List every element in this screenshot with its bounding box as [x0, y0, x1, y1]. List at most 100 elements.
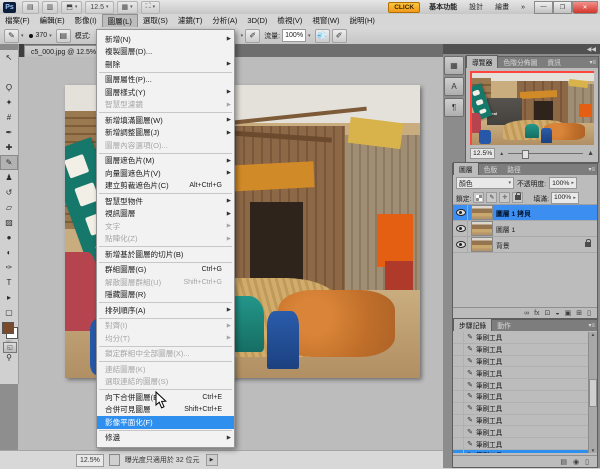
panel-tab[interactable]: 圖層 — [453, 162, 479, 175]
panel-menu-icon[interactable]: ▾≡ — [588, 322, 595, 329]
menu-item[interactable]: 刪除 ▶ — [97, 58, 234, 71]
menu-item[interactable]: 新增基於圖層的切片(B) ▶ — [97, 248, 234, 261]
menu-bar-item[interactable]: 影像(I) — [70, 14, 102, 27]
tool-button[interactable]: ▨ — [0, 215, 18, 230]
layer-row[interactable]: 圖層 1 拷貝 — [453, 205, 597, 221]
navigator-thumbnail[interactable]: Seal — [470, 71, 594, 145]
menu-item[interactable]: 視訊圖層 ▶ — [97, 208, 234, 221]
history-source-well[interactable] — [453, 438, 464, 449]
menu-bar-item[interactable]: 檢視(V) — [272, 14, 307, 27]
menu-item[interactable]: 智慧型物件 ▶ — [97, 195, 234, 208]
history-footer-button[interactable]: ▯ — [585, 458, 589, 466]
tool-button[interactable]: ✒ — [0, 125, 18, 140]
collapsed-panel-button[interactable]: A — [444, 77, 464, 96]
chevron-down-icon[interactable]: ▾ — [241, 33, 244, 39]
history-source-well[interactable] — [453, 450, 464, 453]
zoom-in-icon[interactable]: ▲ — [587, 150, 594, 157]
tool-button[interactable]: ● — [0, 230, 18, 245]
menu-item[interactable]: 均分(T) ▶ — [97, 332, 234, 345]
launch-mini-bridge-button[interactable]: ▥ — [42, 1, 59, 14]
menu-item[interactable]: 隱藏圖層(R) ▶ — [97, 289, 234, 302]
layer-thumbnail[interactable] — [471, 221, 493, 236]
workspace-overflow[interactable]: » — [518, 3, 528, 12]
history-state-row[interactable]: ✎ 筆刷工具 — [453, 344, 591, 356]
screen-mode-button[interactable]: ⛶▾ — [141, 1, 160, 14]
history-source-well[interactable] — [453, 403, 464, 414]
tool-button[interactable]: T — [0, 275, 18, 290]
menu-bar-item[interactable]: 視窗(W) — [307, 14, 344, 27]
layers-footer-button[interactable]: ∞ — [524, 310, 529, 317]
flow-field[interactable]: 100% — [282, 29, 306, 42]
opacity-field[interactable]: 100% ▸ — [549, 177, 577, 189]
zoom-out-icon[interactable]: ▲ — [499, 151, 504, 157]
navigator-zoom-slider[interactable] — [508, 153, 583, 154]
menu-item[interactable]: 排列順序(A) ▶ — [97, 304, 234, 317]
history-source-well[interactable] — [453, 344, 464, 355]
menu-item[interactable]: 連結圖層(K) ▶ — [97, 363, 234, 376]
menu-bar-item[interactable]: 說明(H) — [345, 14, 380, 27]
menu-item[interactable]: 修邊 ▶ — [97, 432, 234, 445]
menu-item[interactable]: 圖層遮色片(M) ▶ — [97, 155, 234, 168]
toggle-brush-panel-icon[interactable]: ▤ — [56, 29, 71, 43]
tool-button[interactable]: ↺ — [0, 185, 18, 200]
history-state-row[interactable]: ✎ 筆刷工具 — [453, 403, 591, 415]
menu-item[interactable]: 點陣化(Z) ▶ — [97, 233, 234, 246]
history-state-row[interactable]: ✎ 筆刷工具 — [453, 379, 591, 391]
menu-bar-item[interactable]: 檔案(F) — [0, 14, 35, 27]
blend-mode-dropdown[interactable]: 顏色 ▾ — [456, 177, 514, 189]
close-button[interactable]: ✕ — [572, 1, 598, 14]
history-state-row[interactable]: ✎ 筆刷工具 — [453, 438, 591, 450]
panel-menu-icon[interactable]: ▾≡ — [588, 166, 595, 173]
document-info-icon[interactable] — [109, 454, 120, 466]
tool-button[interactable]: ↖ — [0, 50, 18, 65]
menu-item[interactable]: 文字 ▶ — [97, 220, 234, 233]
tool-button[interactable]: # — [0, 110, 18, 125]
minimize-button[interactable]: — — [534, 1, 553, 14]
history-source-well[interactable] — [453, 415, 464, 426]
panel-tab[interactable]: 步驟記錄 — [453, 318, 492, 331]
menu-item[interactable]: 新增調整圖層(J) ▶ — [97, 127, 234, 140]
navigator-zoom-field[interactable]: 12.5% — [470, 148, 495, 159]
status-menu-arrow[interactable]: ▶ — [206, 454, 218, 466]
history-state-row[interactable]: ✎ 筆刷工具 — [453, 450, 591, 453]
menu-bar-item[interactable]: 圖層(L) — [102, 14, 138, 28]
restore-button[interactable]: ❐ — [553, 1, 572, 14]
scroll-down-icon[interactable]: ▼ — [591, 448, 595, 453]
history-source-well[interactable] — [453, 356, 464, 367]
launch-bridge-button[interactable]: ▤ — [22, 1, 39, 14]
menu-item[interactable]: 對齊(I) ▶ — [97, 320, 234, 333]
history-footer-button[interactable]: ◉ — [573, 458, 579, 466]
history-source-well[interactable] — [453, 332, 464, 343]
workspace-design[interactable]: 設計 — [466, 1, 486, 13]
quick-mask-button[interactable]: ◱ — [3, 342, 17, 353]
navigator-view-box[interactable] — [470, 71, 594, 145]
history-state-row[interactable]: ✎ 筆刷工具 — [453, 356, 591, 368]
scrollbar-thumb[interactable] — [589, 379, 597, 407]
history-source-well[interactable] — [453, 367, 464, 378]
tool-button[interactable]: ▸ — [0, 290, 18, 305]
collapsed-panel-button[interactable]: ▦ — [444, 56, 464, 75]
zoom-level-dropdown[interactable]: 12.5▾ — [85, 1, 113, 14]
menu-item[interactable]: 影像平面化(F) ▶ — [97, 416, 234, 429]
menu-bar-item[interactable]: 3D(D) — [242, 15, 272, 26]
layers-footer-button[interactable]: ⊞ — [576, 309, 582, 317]
history-scrollbar[interactable]: ▲ ▼ — [588, 332, 597, 453]
foreground-color-swatch[interactable] — [2, 322, 14, 334]
menu-item[interactable]: 圖層內容選項(O)... ▶ — [97, 139, 234, 152]
tool-button[interactable]: ✚ — [0, 140, 18, 155]
tool-button[interactable]: ▱ — [0, 200, 18, 215]
history-state-row[interactable]: ✎ 筆刷工具 — [453, 332, 591, 344]
layers-footer-button[interactable]: fx — [534, 310, 539, 317]
menu-bar-item[interactable]: 濾鏡(T) — [173, 14, 208, 27]
workspace-painting[interactable]: 繪畫 — [492, 1, 512, 13]
menu-item[interactable]: 圖層樣式(Y) ▶ — [97, 86, 234, 99]
tool-button[interactable]: ✑ — [0, 260, 18, 275]
slider-thumb[interactable] — [522, 150, 529, 159]
history-state-row[interactable]: ✎ 筆刷工具 — [453, 415, 591, 427]
collapse-dock-icon[interactable]: ◀◀ — [587, 46, 596, 53]
tool-button[interactable]: ✎ — [0, 155, 18, 170]
panel-tab[interactable]: 色階分佈圖 — [498, 56, 542, 68]
menu-bar-item[interactable]: 選取(S) — [138, 14, 173, 27]
layers-footer-button[interactable]: ⊡ — [545, 309, 551, 317]
menu-item[interactable]: 圖層屬性(P)... ▶ — [97, 74, 234, 87]
